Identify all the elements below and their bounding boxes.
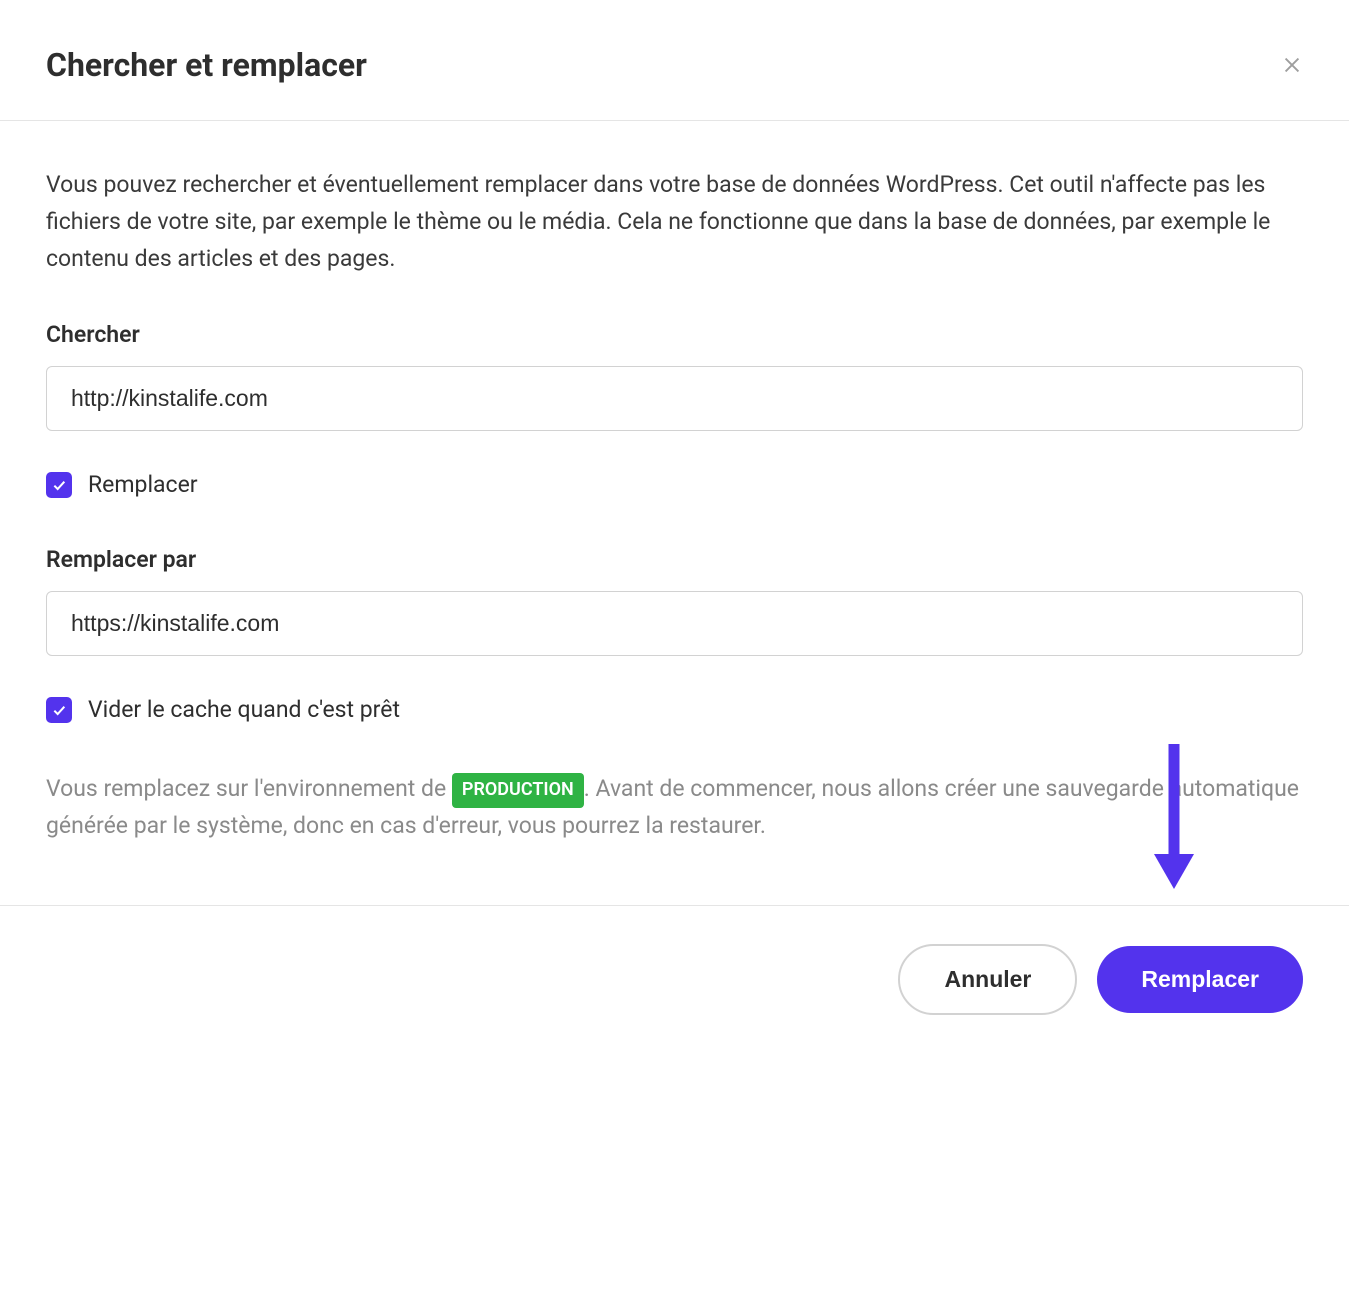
production-badge: PRODUCTION <box>452 773 584 808</box>
modal-header: Chercher et remplacer <box>0 0 1349 121</box>
replace-checkbox-label: Remplacer <box>88 471 198 498</box>
warning-before: Vous remplacez sur l'environnement de <box>46 775 452 802</box>
search-label: Chercher <box>46 321 1303 348</box>
close-icon[interactable] <box>1281 54 1303 76</box>
modal-footer: Annuler Remplacer <box>0 905 1349 1063</box>
description-text: Vous pouvez rechercher et éventuellement… <box>46 167 1303 277</box>
clear-cache-checkbox[interactable] <box>46 697 72 723</box>
clear-cache-checkbox-label: Vider le cache quand c'est prêt <box>88 696 400 723</box>
replace-with-input[interactable] <box>46 591 1303 656</box>
search-field-group: Chercher <box>46 321 1303 431</box>
search-input[interactable] <box>46 366 1303 431</box>
clear-cache-checkbox-row: Vider le cache quand c'est prêt <box>46 696 1303 723</box>
warning-text: Vous remplacez sur l'environnement de PR… <box>46 771 1303 845</box>
replace-with-field-group: Remplacer par <box>46 546 1303 656</box>
arrow-down-icon <box>1149 739 1199 893</box>
modal-body: Vous pouvez rechercher et éventuellement… <box>0 121 1349 905</box>
cancel-button[interactable]: Annuler <box>898 944 1077 1015</box>
replace-checkbox-row: Remplacer <box>46 471 1303 498</box>
replace-button[interactable]: Remplacer <box>1097 946 1303 1013</box>
modal-title: Chercher et remplacer <box>46 46 367 84</box>
replace-with-label: Remplacer par <box>46 546 1303 573</box>
replace-checkbox[interactable] <box>46 472 72 498</box>
